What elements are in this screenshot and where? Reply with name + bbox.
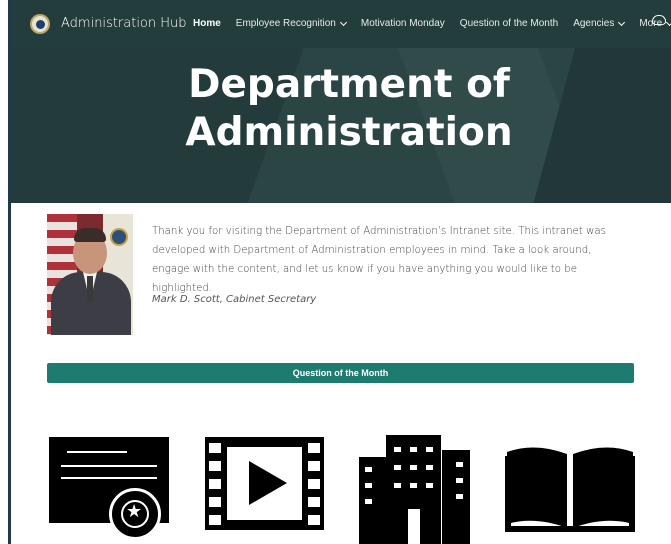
film-perforation xyxy=(308,515,320,525)
film-perforation xyxy=(209,443,221,453)
building-window xyxy=(394,483,401,488)
cloud-icon[interactable] xyxy=(652,15,666,25)
film-perforation xyxy=(308,461,320,471)
seal-center xyxy=(35,19,45,29)
certificate-line xyxy=(61,477,157,479)
building-window xyxy=(365,499,372,504)
portrait-tie xyxy=(87,276,93,302)
film-perforation xyxy=(209,479,221,489)
certificate-line xyxy=(67,451,127,453)
chevron-down-icon xyxy=(618,18,626,26)
building-window xyxy=(456,494,463,499)
play-icon xyxy=(249,461,287,505)
state-flag-seal xyxy=(110,228,128,246)
nav-employee-recognition-label: Employee Recognition xyxy=(235,18,336,29)
film-frame xyxy=(227,447,302,520)
video-icon[interactable] xyxy=(205,430,324,530)
open-book-graphic xyxy=(505,447,635,532)
building-left-wing xyxy=(359,457,387,544)
site-brand[interactable]: Administration Hub xyxy=(61,16,187,31)
film-perforation xyxy=(308,443,320,453)
nav-motivation-monday[interactable]: Motivation Monday xyxy=(361,18,445,29)
building-window xyxy=(426,465,433,470)
nav-home-label: Home xyxy=(193,18,221,29)
building-window xyxy=(394,447,401,452)
nav-question-label: Question of the Month xyxy=(459,18,559,29)
page-title-line-1: Department of xyxy=(188,62,510,107)
building-window xyxy=(365,467,372,472)
page-title: Department of Administration xyxy=(11,61,671,157)
main-nav: Home Employee Recognition Motivation Mon… xyxy=(193,18,671,29)
star-icon: ★ xyxy=(126,501,143,522)
building-window xyxy=(426,483,433,488)
award-rosette-icon: ★ xyxy=(109,488,161,540)
building-window xyxy=(410,447,417,452)
nav-motivation-monday-label: Motivation Monday xyxy=(360,18,445,29)
building-window xyxy=(426,447,433,452)
film-perforation xyxy=(308,479,320,489)
nav-agencies[interactable]: Agencies xyxy=(573,18,626,29)
book-icon[interactable] xyxy=(505,430,635,540)
film-strip xyxy=(205,437,324,530)
certificate-line xyxy=(61,465,157,467)
building-door xyxy=(408,509,420,544)
nav-agencies-label: Agencies xyxy=(573,18,615,29)
film-perforation xyxy=(209,497,221,507)
building-window xyxy=(410,483,417,488)
building-window xyxy=(456,478,463,483)
question-of-the-month-button[interactable]: Question of the Month xyxy=(47,363,634,383)
portrait-hair xyxy=(74,228,106,242)
film-perforation xyxy=(209,461,221,471)
certificate-icon[interactable]: ★ xyxy=(49,430,169,544)
secretary-portrait xyxy=(47,214,133,335)
nav-home[interactable]: Home xyxy=(193,18,221,29)
hero-banner: Department of Administration xyxy=(11,48,671,203)
top-navigation-bar: Administration Hub Home Employee Recogni… xyxy=(11,0,671,48)
building-right-wing xyxy=(442,450,470,544)
film-perforation xyxy=(209,515,221,525)
building-window xyxy=(410,465,417,470)
chevron-down-icon xyxy=(666,18,671,26)
nav-question-of-the-month[interactable]: Question of the Month xyxy=(460,18,558,29)
nav-employee-recognition[interactable]: Employee Recognition xyxy=(235,18,347,29)
building-window xyxy=(456,462,463,467)
building-tower xyxy=(386,435,441,544)
film-perforation xyxy=(308,497,320,507)
state-seal-logo[interactable] xyxy=(30,14,50,34)
page-title-line-2: Administration xyxy=(185,110,513,155)
chevron-down-icon xyxy=(339,18,347,26)
building-window xyxy=(394,465,401,470)
page-frame: Administration Hub Home Employee Recogni… xyxy=(8,0,671,544)
building-window xyxy=(365,483,372,488)
welcome-message: Thank you for visiting the Department of… xyxy=(152,226,606,294)
signature: Mark D. Scott, Cabinet Secretary xyxy=(152,294,317,305)
building-icon[interactable] xyxy=(354,430,472,544)
